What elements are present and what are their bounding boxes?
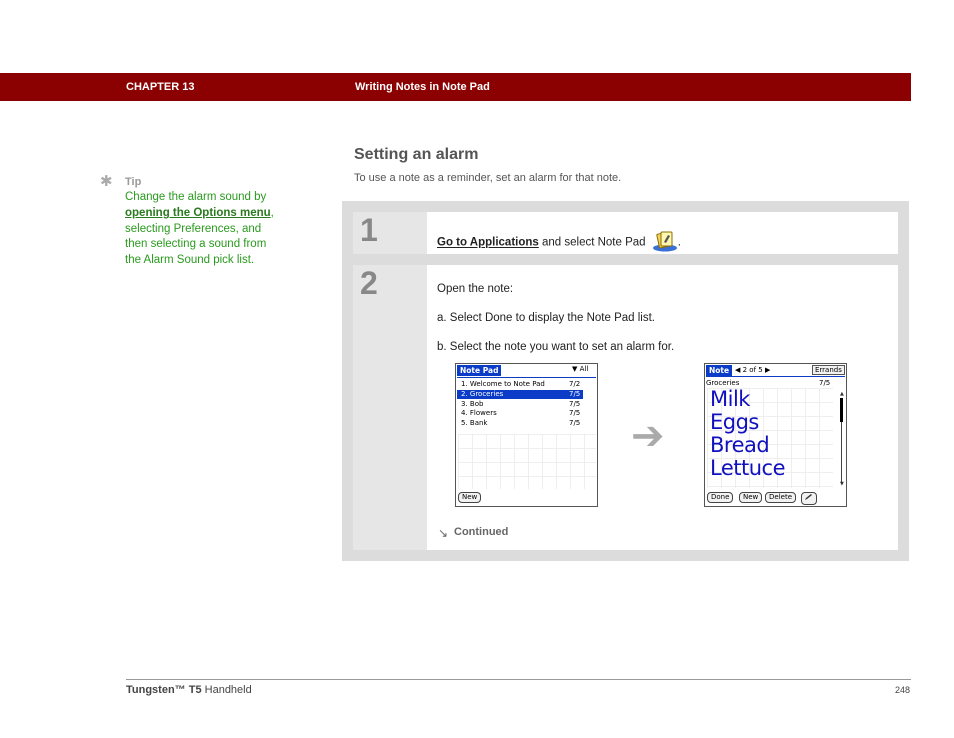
handwriting-line: Bread [710,433,770,457]
page-number: 248 [895,685,911,695]
right-arrow-icon: ➔ [631,414,665,458]
go-to-applications-link[interactable]: Go to Applications [437,237,539,249]
note-date: 7/5 [819,379,831,387]
handwriting-line: Lettuce [710,456,786,480]
chapter-label: CHAPTER 13 [126,81,195,93]
tip-star-icon: ✱ [100,173,113,190]
tip-label: Tip [125,176,142,188]
note-pad-list-screen: Note Pad ▼ All 1. Welcome to Note Pad 7/2… [455,363,598,507]
empty-list-area [458,434,596,489]
new-button[interactable]: New [739,492,763,503]
handwriting-line: Milk [710,387,750,411]
footer-product: Tungsten™ T5 Handheld [126,684,252,696]
step-2-line-1: Open the note: [437,283,514,295]
delete-button[interactable]: Delete [765,492,796,503]
list-item-selected[interactable]: 2. Groceries 7/5 [457,390,583,399]
list-item[interactable]: 4. Flowers 7/5 [457,409,596,418]
list-item[interactable]: 5. Bank 7/5 [457,419,596,428]
section-title: Setting an alarm [354,146,479,163]
footer-rule [126,679,911,680]
step-2-number-cell [353,265,427,550]
step-2-line-3: b. Select the note you want to set an al… [437,341,675,353]
scrollbar[interactable]: ▲ ▼ [840,392,844,488]
note-pad-app-icon [652,230,678,255]
title-rule [706,376,845,377]
title-rule [457,377,596,378]
step-2-number: 2 [360,265,378,301]
category-button[interactable]: Errands [812,365,845,375]
note-detail-screen: Note ◀ 2 of 5 ▶ Errands Groceries 7/5 Mi… [704,363,847,507]
step-2-line-2: a. Select Done to display the Note Pad l… [437,312,655,324]
note-detail-title: Note [706,365,733,376]
options-menu-link[interactable]: opening the Options menu [125,207,271,219]
step-1-text: Go to Applications and select Note Pad . [437,230,681,255]
new-note-button[interactable]: New [458,492,482,503]
note-pad-list-title: Note Pad [457,365,502,376]
list-item[interactable]: 3. Bob 7/5 [457,400,596,409]
done-button[interactable]: Done [707,492,734,503]
section-intro: To use a note as a reminder, set an alar… [354,172,622,184]
note-pager[interactable]: ◀ 2 of 5 ▶ [735,366,770,374]
category-dropdown[interactable]: ▼ All [572,365,588,373]
note-name: Groceries [706,379,740,387]
pen-icon[interactable] [801,492,817,505]
chapter-title: Writing Notes in Note Pad [355,81,490,93]
list-item[interactable]: 1. Welcome to Note Pad 7/2 [457,380,596,389]
handwriting-line: Eggs [710,410,759,434]
continued-arrow-icon: ↘ [438,526,449,540]
tip-text: Change the alarm sound by opening the Op… [125,191,274,267]
step-1-number: 1 [360,212,378,248]
continued-label: Continued [454,526,509,538]
